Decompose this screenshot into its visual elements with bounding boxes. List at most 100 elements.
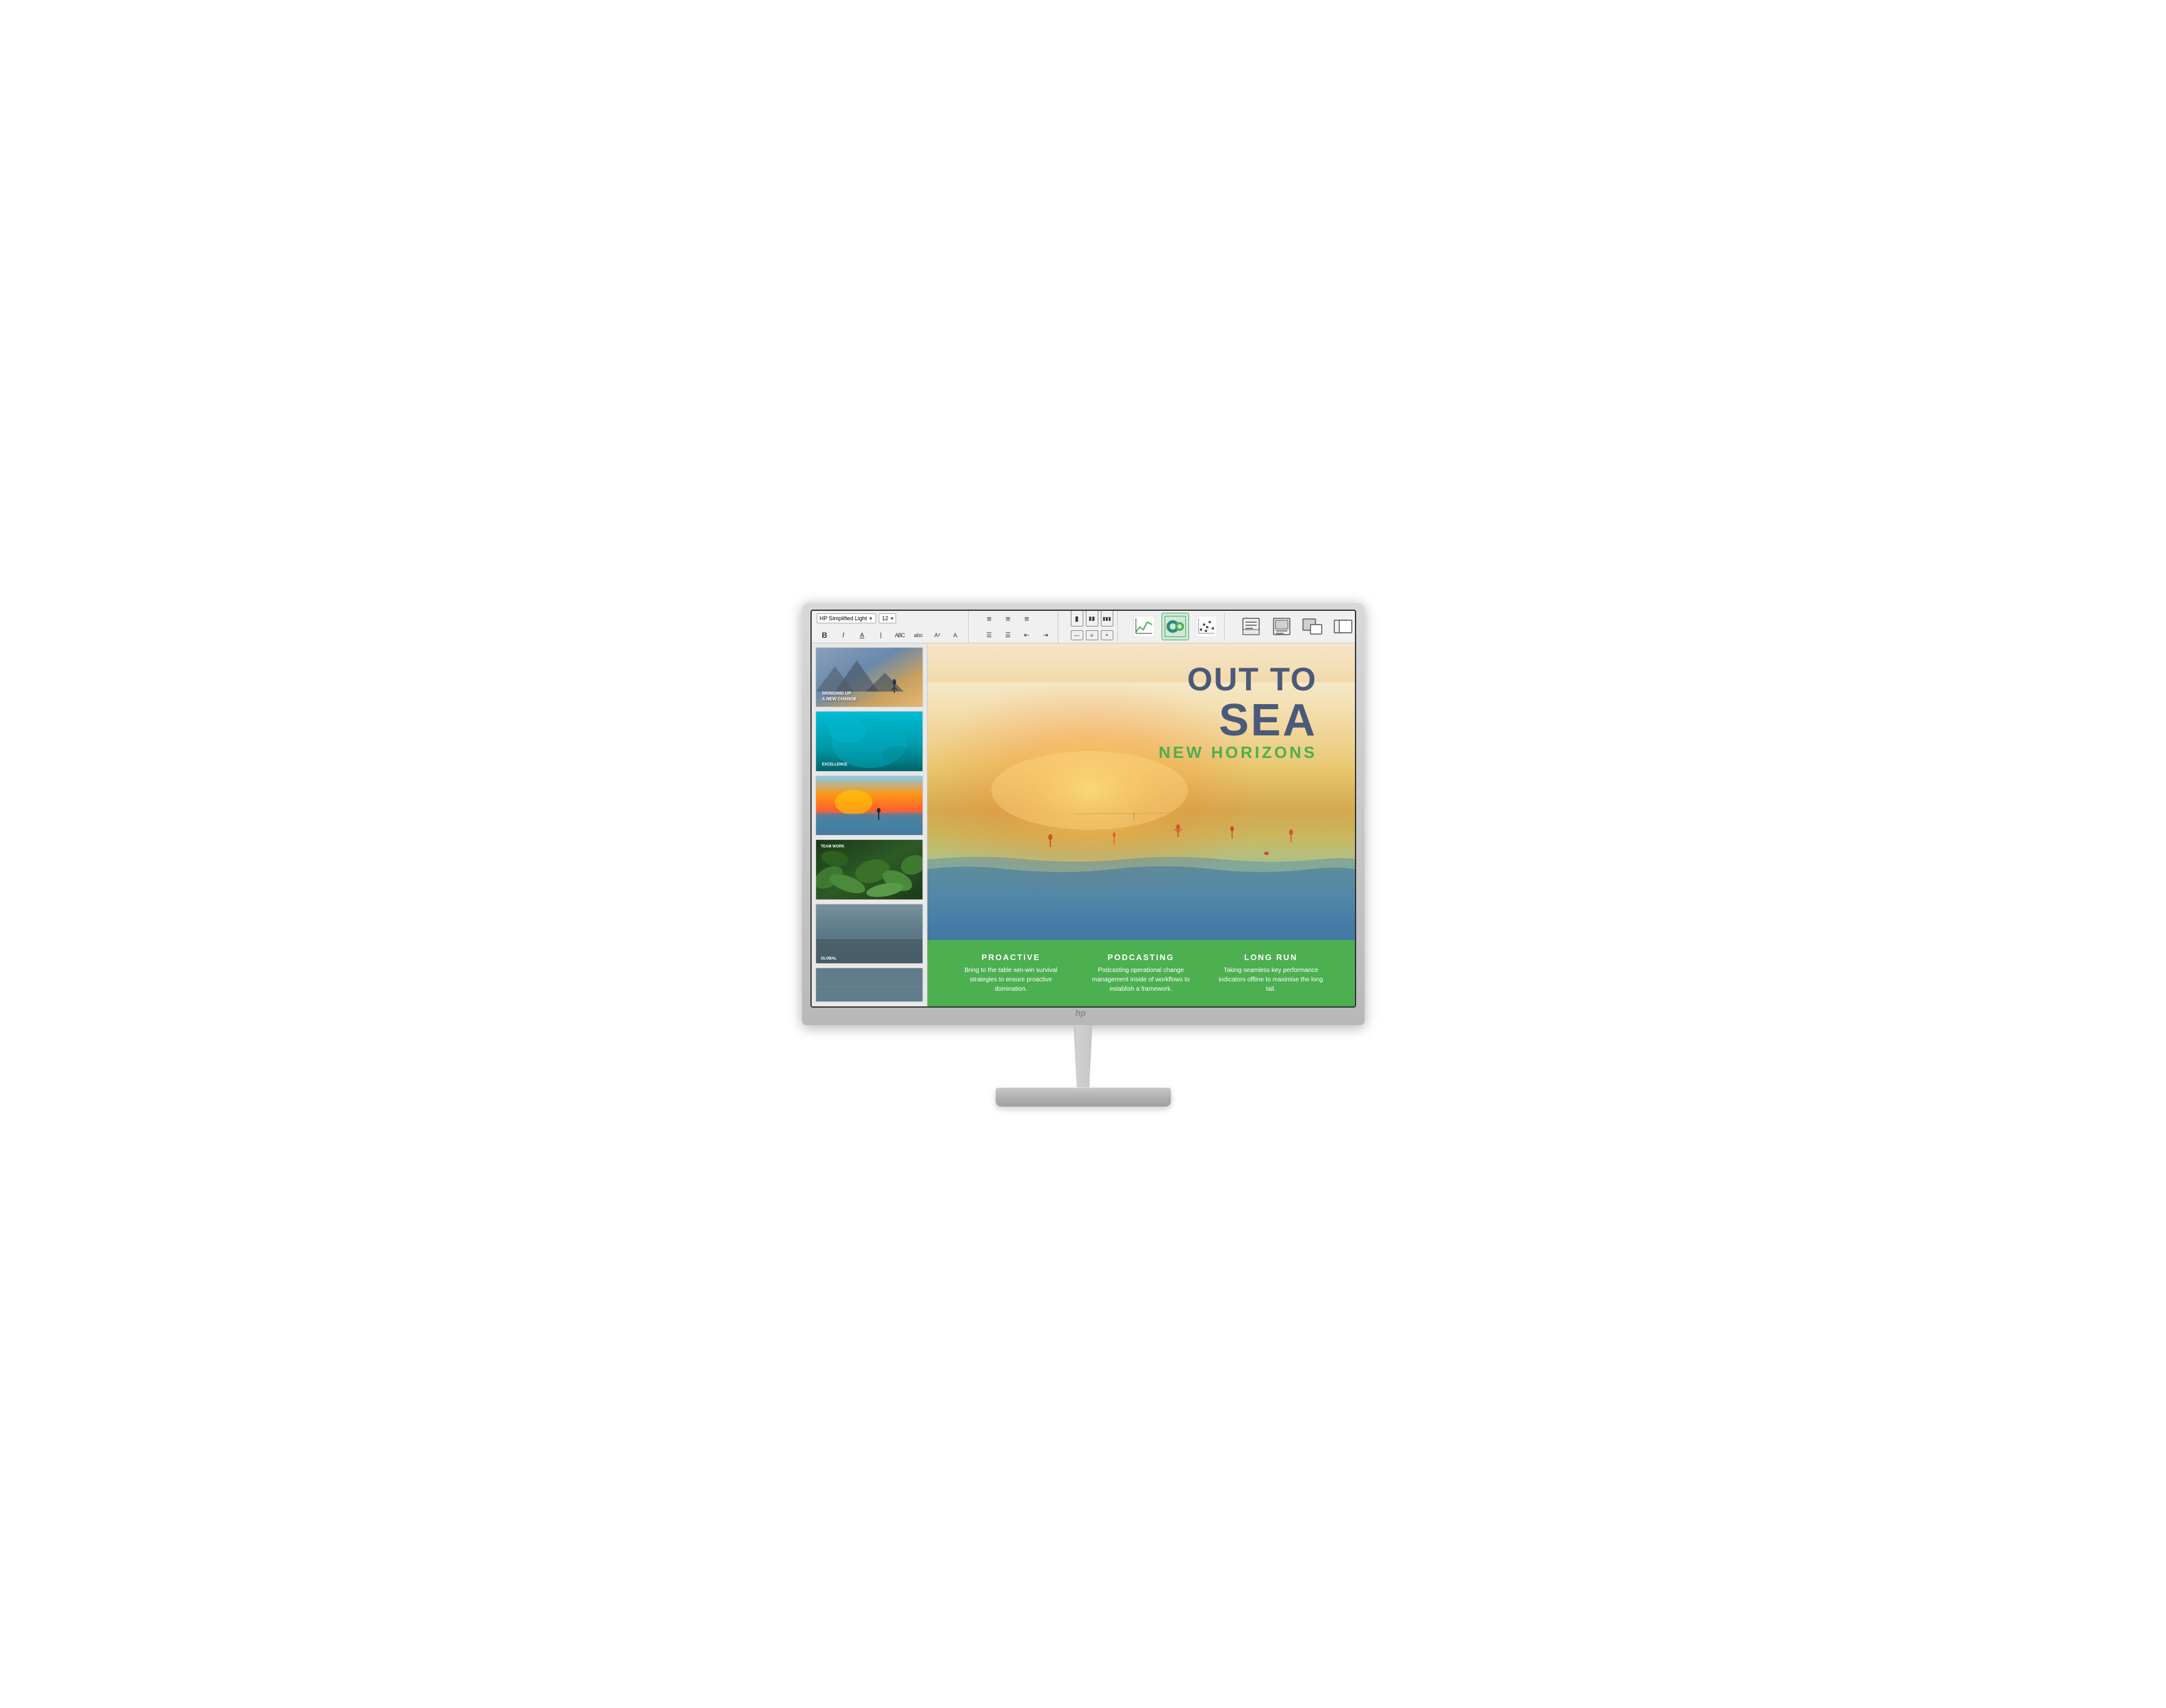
bullet-list-button[interactable]: ☰ — [981, 627, 998, 643]
numbered-list-button[interactable]: ☰ — [1000, 627, 1016, 643]
slide-5-illustration — [816, 904, 922, 964]
hp-logo-svg: hp — [1074, 1006, 1093, 1018]
slide-thumbnail-3[interactable] — [815, 775, 923, 836]
list-controls: ☰ ☰ ⇤ ⇥ — [981, 628, 1054, 643]
font-size-selector[interactable]: 12 ▼ — [879, 613, 896, 623]
col1-button[interactable]: ▮ — [1071, 610, 1083, 626]
abc-lower-button[interactable]: abc — [911, 627, 927, 643]
font-size-arrow[interactable]: ▼ — [889, 616, 894, 621]
font-family-arrow[interactable]: ▼ — [868, 616, 873, 621]
italic-button[interactable]: I — [835, 627, 852, 643]
slide-thumbnail-1[interactable]: BRINGING UP A NEW CHANGE — [815, 647, 923, 708]
duplicate-icon — [1332, 616, 1354, 637]
chart-group — [1130, 613, 1225, 640]
slide-2-bg: EXCELLENCE — [816, 712, 922, 772]
row3-button[interactable]: ≡ — [1101, 630, 1113, 640]
col3-title: LONG RUN — [1215, 953, 1327, 962]
row2-button[interactable]: ≡ — [1086, 630, 1098, 640]
slide-1-title: BRINGING UP — [822, 691, 857, 697]
main-slide: OUT TO SEA NEW HORIZONS PROACTIVE Bring … — [927, 643, 1355, 1006]
align-right-button[interactable]: ≡ — [1019, 610, 1035, 626]
strikethrough-button[interactable]: | — [873, 627, 889, 643]
col1-text: Bring to the table win-win survival stra… — [956, 966, 1067, 994]
title-line1: OUT TO — [1158, 662, 1317, 698]
notes-icon — [1240, 616, 1262, 637]
monitor-bezel: HP Simplified Light ▼ 12 ▼ B I — [802, 602, 1365, 1025]
slide-4-title: TEAM WORK — [821, 845, 845, 849]
duplicate-button[interactable] — [1329, 613, 1356, 640]
view-group — [1237, 613, 1356, 640]
slide-6-illustration — [816, 968, 922, 1002]
font-family-label: HP Simplified Light — [820, 615, 867, 621]
info-col-1: PROACTIVE Bring to the table win-win sur… — [946, 953, 1076, 994]
svg-text:hp: hp — [1075, 1008, 1086, 1018]
screen: HP Simplified Light ▼ 12 ▼ B I — [810, 610, 1356, 1008]
slide-3-illustration — [816, 776, 922, 836]
col3-button[interactable]: ▮▮▮ — [1101, 610, 1113, 626]
monitor-wrapper: HP Simplified Light ▼ 12 ▼ B I — [802, 602, 1365, 1107]
align-left-button[interactable]: ≡ — [981, 610, 998, 626]
info-col-2: PODCASTING Podcasting operational change… — [1076, 953, 1206, 994]
slide-2-text: EXCELLENCE — [822, 763, 847, 767]
abc-button[interactable]: ABC — [892, 627, 908, 643]
col1-title: PROACTIVE — [956, 953, 1067, 962]
slide-thumbnail-5[interactable]: GLOBAL — [815, 904, 923, 964]
slide-4-illustration — [816, 840, 922, 900]
scatter-chart-button[interactable] — [1193, 613, 1220, 640]
col2-title: PODCASTING — [1085, 953, 1197, 962]
outline-button[interactable] — [1268, 613, 1295, 640]
font-size-label: 12 — [882, 615, 888, 621]
master-button[interactable] — [1299, 613, 1326, 640]
slide-1-subtitle: A NEW CHANGE — [822, 697, 857, 702]
main-content: BRINGING UP A NEW CHANGE — [812, 643, 1355, 1006]
slide-title: OUT TO SEA NEW HORIZONS — [1158, 662, 1317, 762]
title-line3: NEW HORIZONS — [1158, 743, 1317, 762]
toolbar-top-row: HP Simplified Light ▼ 12 ▼ — [817, 610, 964, 626]
slide-thumbnail-4[interactable]: TEAM WORK — [815, 839, 923, 900]
layout-bottom: — ≡ ≡ — [1071, 628, 1113, 643]
master-icon — [1302, 616, 1323, 637]
monitor-stand-base — [996, 1088, 1171, 1107]
slide-1-bg: BRINGING UP A NEW CHANGE — [816, 648, 922, 708]
pie-chart-button[interactable] — [1162, 613, 1189, 640]
notes-button[interactable] — [1237, 613, 1265, 640]
title-line2: SEA — [1158, 698, 1317, 743]
superscript-button[interactable]: A² — [929, 627, 946, 643]
slide-1-text: BRINGING UP A NEW CHANGE — [822, 691, 857, 702]
underline-button[interactable]: A — [854, 627, 871, 643]
monitor-stand-neck — [1068, 1025, 1099, 1088]
layout-group: ▮ ▮▮ ▮▮▮ — ≡ ≡ — [1071, 610, 1118, 643]
font-family-selector[interactable]: HP Simplified Light ▼ — [817, 613, 877, 623]
font-controls: HP Simplified Light ▼ 12 ▼ B I — [817, 610, 964, 643]
layout-controls: ▮ ▮▮ ▮▮▮ — ≡ ≡ — [1071, 610, 1113, 643]
bold-button[interactable]: B — [817, 627, 833, 643]
outline-icon — [1271, 616, 1292, 637]
screen-inner: HP Simplified Light ▼ 12 ▼ B I — [812, 611, 1355, 1006]
align-top: ≡ ≡ ≡ — [981, 610, 1054, 626]
slide-editor[interactable]: OUT TO SEA NEW HORIZONS PROACTIVE Bring … — [927, 643, 1355, 1006]
toolbar: HP Simplified Light ▼ 12 ▼ B I — [812, 611, 1355, 643]
slide-5-text: GLOBAL — [821, 957, 837, 961]
line-chart-button[interactable] — [1130, 613, 1158, 640]
col2-button[interactable]: ▮▮ — [1086, 610, 1098, 626]
subscript-button[interactable]: A. — [948, 627, 964, 643]
info-col-3: LONG RUN Taking seamless key performance… — [1206, 953, 1336, 994]
col3-text: Taking seamless key performance indicato… — [1215, 966, 1327, 994]
col2-text: Podcasting operational change management… — [1085, 966, 1197, 994]
align-center-button[interactable]: ≡ — [1000, 610, 1016, 626]
slide-panel[interactable]: BRINGING UP A NEW CHANGE — [812, 643, 927, 1006]
slide-4-text: TEAM WORK — [821, 845, 845, 849]
scatter-chart-icon — [1196, 616, 1217, 637]
font-selector-group: HP Simplified Light ▼ 12 ▼ B I — [817, 610, 969, 643]
line-chart-icon — [1133, 616, 1155, 637]
indent-increase-button[interactable]: ⇥ — [1038, 627, 1054, 643]
layout-top: ▮ ▮▮ ▮▮▮ — [1071, 610, 1113, 626]
alignment-controls: ≡ ≡ ≡ ☰ ☰ ⇤ ⇥ — [981, 610, 1054, 643]
indent-decrease-button[interactable]: ⇤ — [1019, 627, 1035, 643]
toolbar-bottom-row: B I A | ABC abc A² A. — [817, 628, 964, 643]
slide-thumbnail-2[interactable]: EXCELLENCE — [815, 711, 923, 772]
slide-thumbnail-6[interactable] — [815, 968, 923, 1002]
alignment-group: ≡ ≡ ≡ ☰ ☰ ⇤ ⇥ — [981, 610, 1058, 643]
slide-5-title: GLOBAL — [821, 957, 837, 961]
row1-button[interactable]: — — [1071, 630, 1083, 640]
